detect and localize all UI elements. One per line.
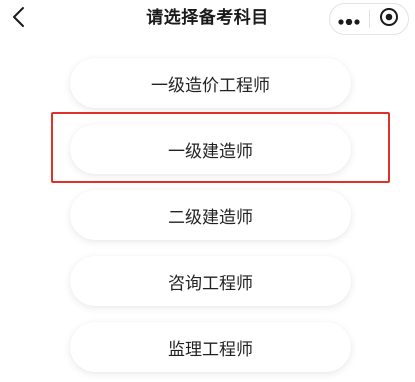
target-close-icon <box>379 7 399 31</box>
subject-option-consulting-engineer[interactable]: 咨询工程师 <box>70 256 351 306</box>
subject-option-second-class-constructor[interactable]: 二级建造师 <box>70 190 351 240</box>
subject-option-cost-engineer[interactable]: 一级造价工程师 <box>70 58 351 108</box>
close-button[interactable] <box>369 4 408 34</box>
subject-option-supervision-engineer[interactable]: 监理工程师 <box>70 322 351 372</box>
more-button[interactable] <box>330 4 369 34</box>
subject-selection-page: 请选择备考科目 一级造价工程师 一级建造师 二级建造师 咨询工程师 监理工程师 <box>0 0 415 382</box>
nav-bar: 请选择备考科目 <box>0 0 415 40</box>
subject-option-first-class-constructor[interactable]: 一级建造师 <box>70 124 351 174</box>
mini-program-capsule <box>329 3 409 35</box>
more-dots-icon <box>338 10 360 29</box>
